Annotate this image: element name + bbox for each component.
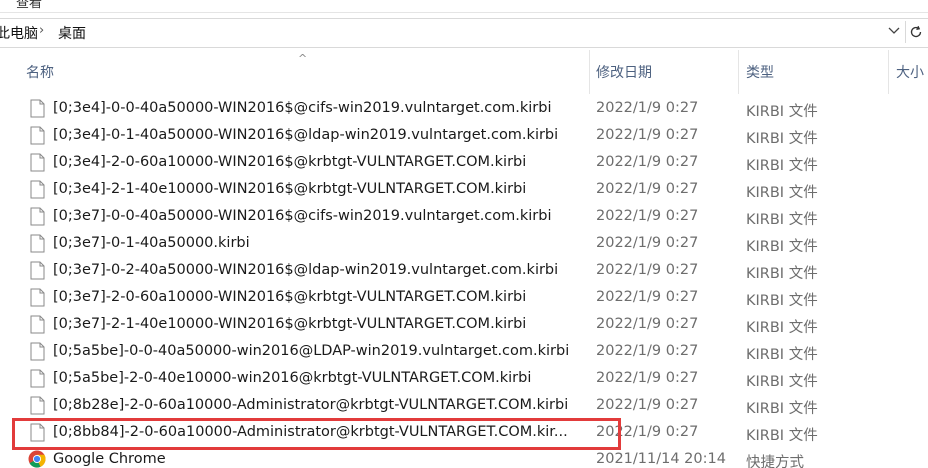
- file-row-highlighted[interactable]: [0;8bb84]-2-0-60a10000-Administrator@krb…: [0, 420, 928, 447]
- file-icon: [30, 369, 45, 388]
- file-type: KIRBI 文件: [746, 293, 818, 309]
- file-name: [0;3e7]-2-1-40e10000-WIN2016$@krbtgt-VUL…: [53, 316, 527, 332]
- file-row[interactable]: [0;3e4]-2-1-40e10000-WIN2016$@krbtgt-VUL…: [0, 177, 928, 204]
- file-date: 2022/1/9 0:27: [596, 181, 699, 197]
- file-icon: [30, 234, 45, 253]
- column-header-row: ^ 名称 修改日期 类型 大小: [0, 50, 928, 94]
- file-name: [0;8b28e]-2-0-60a10000-Administrator@krb…: [53, 397, 569, 413]
- file-name: [0;3e7]-0-0-40a50000-WIN2016$@cifs-win20…: [53, 208, 552, 224]
- file-icon: [30, 99, 45, 118]
- file-type: KIRBI 文件: [746, 158, 818, 174]
- file-icon: [30, 207, 45, 226]
- file-date: 2022/1/9 0:27: [596, 370, 699, 386]
- file-type: KIRBI 文件: [746, 239, 818, 255]
- file-row[interactable]: [0;3e7]-2-1-40e10000-WIN2016$@krbtgt-VUL…: [0, 312, 928, 339]
- file-name: [0;3e7]-2-0-60a10000-WIN2016$@krbtgt-VUL…: [53, 289, 527, 305]
- file-row[interactable]: [0;3e7]-2-0-60a10000-WIN2016$@krbtgt-VUL…: [0, 285, 928, 312]
- file-row[interactable]: [0;3e7]-0-1-40a50000.kirbi 2022/1/9 0:27…: [0, 231, 928, 258]
- file-explorer-window: 查看 此电脑 › 桌面 ^ 名称 修改日期 类型 大小 [0;3e4]-0-0-…: [0, 0, 928, 468]
- file-name: [0;3e4]-0-1-40a50000-WIN2016$@ldap-win20…: [53, 127, 559, 143]
- file-name: [0;3e7]-0-1-40a50000.kirbi: [53, 235, 250, 251]
- file-name: [0;5a5be]-2-0-40e10000-win2016@krbtgt-VU…: [53, 370, 532, 386]
- breadcrumb-desktop[interactable]: 桌面: [58, 23, 86, 43]
- file-type: KIRBI 文件: [746, 428, 818, 444]
- file-row[interactable]: Google Chrome 2021/11/14 20:14 快捷方式: [0, 447, 928, 468]
- file-date: 2022/1/9 0:27: [596, 397, 699, 413]
- file-row[interactable]: [0;8b28e]-2-0-60a10000-Administrator@krb…: [0, 393, 928, 420]
- file-date: 2022/1/9 0:27: [596, 316, 699, 332]
- file-row[interactable]: [0;3e7]-0-2-40a50000-WIN2016$@ldap-win20…: [0, 258, 928, 285]
- file-type: 快捷方式: [746, 455, 804, 468]
- file-date: 2022/1/9 0:27: [596, 208, 699, 224]
- file-date: 2022/1/9 0:27: [596, 127, 699, 143]
- file-icon: [30, 180, 45, 199]
- file-date: 2022/1/9 0:27: [596, 100, 699, 116]
- file-type: KIRBI 文件: [746, 104, 818, 120]
- breadcrumb-separator-icon[interactable]: ›: [39, 23, 44, 38]
- file-icon: [30, 126, 45, 145]
- chrome-icon: [28, 450, 46, 468]
- chevron-down-icon[interactable]: [888, 25, 900, 38]
- file-type: KIRBI 文件: [746, 374, 818, 390]
- file-row[interactable]: [0;3e4]-0-0-40a50000-WIN2016$@cifs-win20…: [0, 96, 928, 123]
- file-icon: [30, 288, 45, 307]
- column-header-size[interactable]: 大小: [896, 62, 924, 82]
- file-name: [0;8bb84]-2-0-60a10000-Administrator@krb…: [53, 424, 568, 440]
- file-name: [0;3e4]-2-1-40e10000-WIN2016$@krbtgt-VUL…: [53, 181, 527, 197]
- file-type: KIRBI 文件: [746, 131, 818, 147]
- file-type: KIRBI 文件: [746, 212, 818, 228]
- column-divider[interactable]: [589, 50, 590, 94]
- file-icon: [30, 342, 45, 361]
- column-header-type[interactable]: 类型: [746, 62, 774, 82]
- file-row[interactable]: [0;5a5be]-0-0-40a50000-win2016@LDAP-win2…: [0, 339, 928, 366]
- column-header-date[interactable]: 修改日期: [596, 62, 652, 82]
- file-name: [0;3e4]-2-0-60a10000-WIN2016$@krbtgt-VUL…: [53, 154, 527, 170]
- file-row[interactable]: [0;3e4]-2-0-60a10000-WIN2016$@krbtgt-VUL…: [0, 150, 928, 177]
- file-icon: [30, 315, 45, 334]
- file-name: [0;3e4]-0-0-40a50000-WIN2016$@cifs-win20…: [53, 100, 552, 116]
- breadcrumb-this-pc[interactable]: 此电脑: [0, 23, 38, 43]
- file-date: 2022/1/9 0:27: [596, 343, 699, 359]
- file-type: KIRBI 文件: [746, 347, 818, 363]
- file-row[interactable]: [0;5a5be]-2-0-40e10000-win2016@krbtgt-VU…: [0, 366, 928, 393]
- file-type: KIRBI 文件: [746, 401, 818, 417]
- file-row[interactable]: [0;3e7]-0-0-40a50000-WIN2016$@cifs-win20…: [0, 204, 928, 231]
- file-icon: [30, 423, 45, 442]
- file-name: Google Chrome: [53, 451, 166, 467]
- column-divider[interactable]: [888, 50, 889, 94]
- column-header-name[interactable]: 名称: [26, 62, 54, 82]
- file-name: [0;3e7]-0-2-40a50000-WIN2016$@ldap-win20…: [53, 262, 559, 278]
- address-bar[interactable]: 此电脑 › 桌面: [0, 18, 928, 48]
- file-date: 2022/1/9 0:27: [596, 424, 699, 440]
- file-type: KIRBI 文件: [746, 320, 818, 336]
- file-row[interactable]: [0;3e4]-0-1-40a50000-WIN2016$@ldap-win20…: [0, 123, 928, 150]
- file-date: 2022/1/9 0:27: [596, 154, 699, 170]
- file-date: 2022/1/9 0:27: [596, 235, 699, 251]
- file-date: 2021/11/14 20:14: [596, 451, 726, 467]
- refresh-icon[interactable]: [905, 21, 926, 43]
- file-date: 2022/1/9 0:27: [596, 262, 699, 278]
- file-date: 2022/1/9 0:27: [596, 289, 699, 305]
- file-type: KIRBI 文件: [746, 185, 818, 201]
- file-icon: [30, 396, 45, 415]
- ribbon-tab-view[interactable]: 查看: [16, 0, 42, 11]
- file-icon: [30, 261, 45, 280]
- file-icon: [30, 153, 45, 172]
- ribbon-strip: 查看: [0, 0, 928, 13]
- column-divider[interactable]: [738, 50, 739, 94]
- file-name: [0;5a5be]-0-0-40a50000-win2016@LDAP-win2…: [53, 343, 570, 359]
- file-type: KIRBI 文件: [746, 266, 818, 282]
- sort-ascending-icon: ^: [298, 52, 308, 65]
